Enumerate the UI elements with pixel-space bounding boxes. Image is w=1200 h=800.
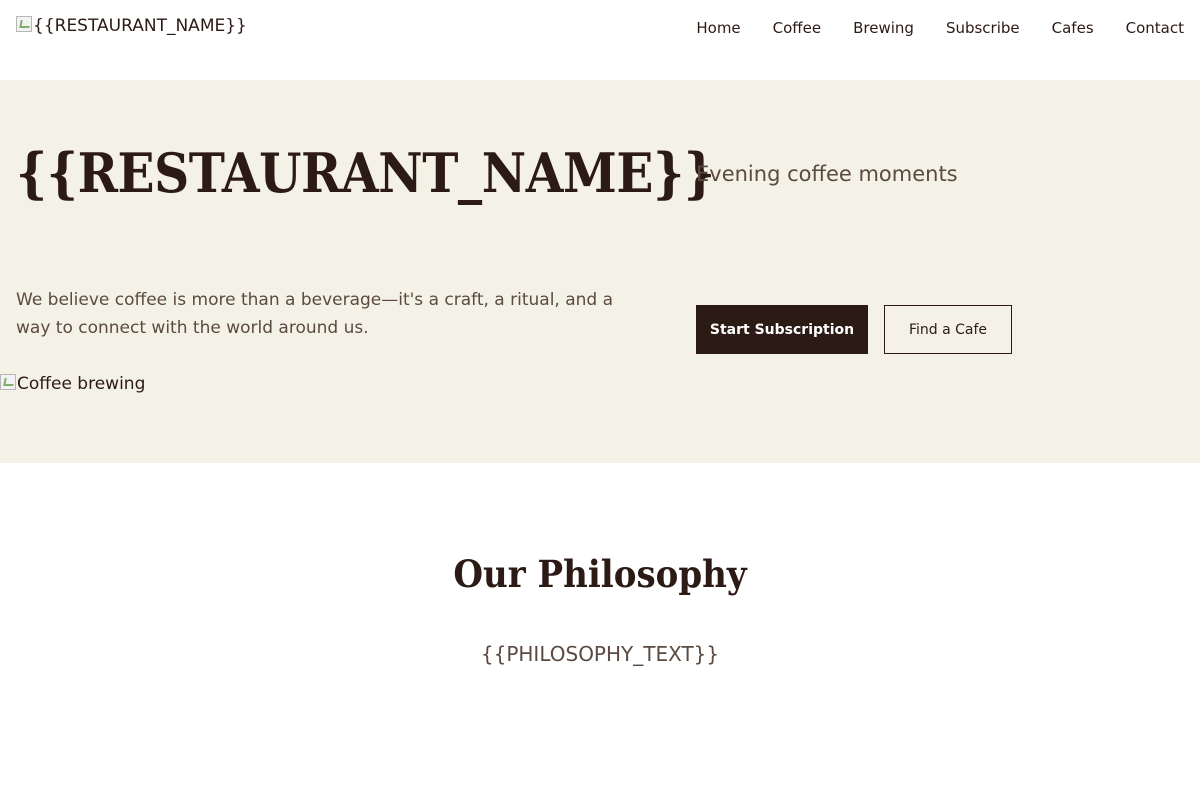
logo-alt-text: {{RESTAURANT_NAME}} xyxy=(33,16,247,36)
start-subscription-button[interactable]: Start Subscription xyxy=(696,305,868,354)
nav-link-brewing[interactable]: Brewing xyxy=(853,18,914,38)
nav-link-subscribe[interactable]: Subscribe xyxy=(946,18,1020,38)
nav-link-contact[interactable]: Contact xyxy=(1126,18,1184,38)
hero-tagline: Evening coffee moments xyxy=(696,162,958,186)
logo[interactable]: {{RESTAURANT_NAME}} xyxy=(16,16,247,36)
find-a-cafe-button[interactable]: Find a Cafe xyxy=(884,305,1012,354)
hero-section: {{RESTAURANT_NAME}} Evening coffee momen… xyxy=(0,80,1200,463)
broken-image-icon xyxy=(16,16,32,32)
philosophy-text: {{PHILOSOPHY_TEXT}} xyxy=(480,642,720,666)
nav-link-cafes[interactable]: Cafes xyxy=(1052,18,1094,38)
philosophy-title: Our Philosophy xyxy=(453,552,747,596)
site-header: {{RESTAURANT_NAME}} Home Coffee Brewing … xyxy=(0,0,1200,80)
hero-image-alt-text: Coffee brewing xyxy=(17,374,146,394)
main-nav: Home Coffee Brewing Subscribe Cafes Cont… xyxy=(696,18,1184,38)
nav-link-coffee[interactable]: Coffee xyxy=(773,18,821,38)
hero-description: We believe coffee is more than a beverag… xyxy=(16,290,614,338)
nav-link-home[interactable]: Home xyxy=(696,18,740,38)
hero-title: {{RESTAURANT_NAME}} xyxy=(16,141,715,205)
broken-image-icon xyxy=(0,374,16,390)
hero-image: Coffee brewing xyxy=(0,374,145,394)
